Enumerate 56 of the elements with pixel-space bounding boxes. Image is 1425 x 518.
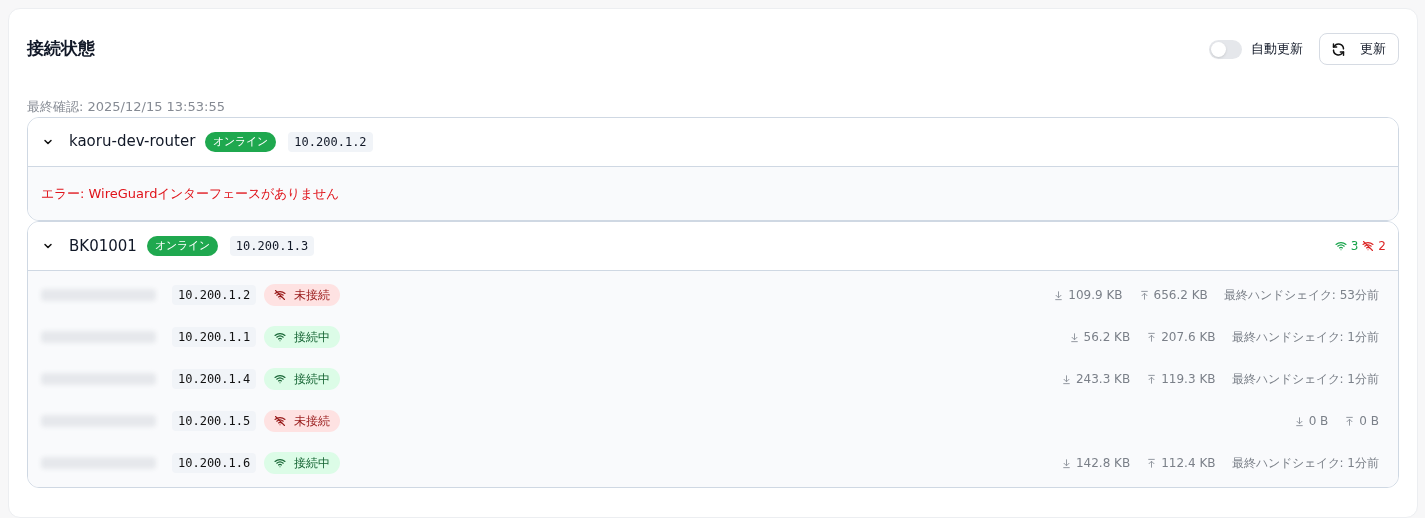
connected-count: 3 <box>1350 238 1359 255</box>
ip-address: 10.200.1.3 <box>229 236 315 256</box>
status-badge: 未接続 <box>264 284 341 306</box>
status-badge: 接続中 <box>264 368 341 390</box>
wifi-off-icon <box>274 289 287 301</box>
refresh-icon <box>1331 41 1346 57</box>
wifi-icon <box>1334 240 1347 252</box>
wifi-icon <box>274 373 287 385</box>
download-icon <box>1068 331 1080 343</box>
upload-icon <box>1146 457 1158 469</box>
toggle-switch[interactable] <box>1209 39 1242 59</box>
ip-address: 10.200.1.6 <box>172 453 257 473</box>
upload-icon <box>1344 415 1356 427</box>
wifi-off-icon <box>274 415 287 427</box>
download-amount: 243.3 KB <box>1075 371 1131 388</box>
download-icon <box>1060 373 1072 385</box>
refresh-button[interactable]: 更新 <box>1319 33 1399 65</box>
upload-icon <box>1138 289 1150 301</box>
upload-amount: 119.3 KB <box>1161 371 1216 388</box>
ip-address: 10.200.1.2 <box>172 285 257 305</box>
page-title: 接続状態 <box>27 37 95 61</box>
last-handshake: 最終ハンドシェイク: 53分前 <box>1223 287 1379 304</box>
download-amount: 142.8 KB <box>1075 455 1131 472</box>
status-badge: 未接続 <box>264 410 341 432</box>
router-name: kaoru-dev-router <box>69 131 196 153</box>
download-icon <box>1060 457 1072 469</box>
upload-amount: 112.4 KB <box>1161 455 1216 472</box>
last-handshake: 最終ハンドシェイク: 1分前 <box>1231 329 1379 346</box>
download-amount: 109.9 KB <box>1068 287 1123 304</box>
upload-icon <box>1146 373 1158 385</box>
status-badge: 接続中 <box>264 326 341 348</box>
wifi-off-icon <box>1362 240 1375 252</box>
status-badge: 接続中 <box>264 452 341 474</box>
upload-amount: 0 B <box>1359 413 1379 430</box>
download-icon <box>1053 289 1065 301</box>
ip-address: 10.200.1.5 <box>172 411 257 431</box>
status-badge: オンライン <box>205 131 277 152</box>
ip-address: 10.200.1.4 <box>172 369 257 389</box>
error-message: エラー: WireGuardインターフェースがありません <box>41 184 341 203</box>
last-handshake: 最終ハンドシェイク: 1分前 <box>1231 455 1379 472</box>
ip-address: 10.200.1.2 <box>288 131 373 152</box>
last-checked-text: 最終確認: 2025/12/15 13:53:55 <box>27 98 226 116</box>
download-icon <box>1293 415 1305 427</box>
status-badge: オンライン <box>146 236 218 256</box>
download-amount: 0 B <box>1308 413 1329 430</box>
last-handshake: 最終ハンドシェイク: 1分前 <box>1231 371 1379 388</box>
toggle-label: 自動更新 <box>1251 40 1303 59</box>
router-name: BK01001 <box>69 235 137 257</box>
wifi-icon <box>274 457 287 469</box>
disconnected-count: 2 <box>1378 238 1386 255</box>
upload-icon <box>1146 331 1158 343</box>
download-amount: 56.2 KB <box>1083 329 1131 346</box>
upload-amount: 656.2 KB <box>1153 287 1208 304</box>
upload-amount: 207.6 KB <box>1161 329 1216 346</box>
wifi-icon <box>274 331 287 343</box>
ip-address: 10.200.1.1 <box>172 327 257 347</box>
